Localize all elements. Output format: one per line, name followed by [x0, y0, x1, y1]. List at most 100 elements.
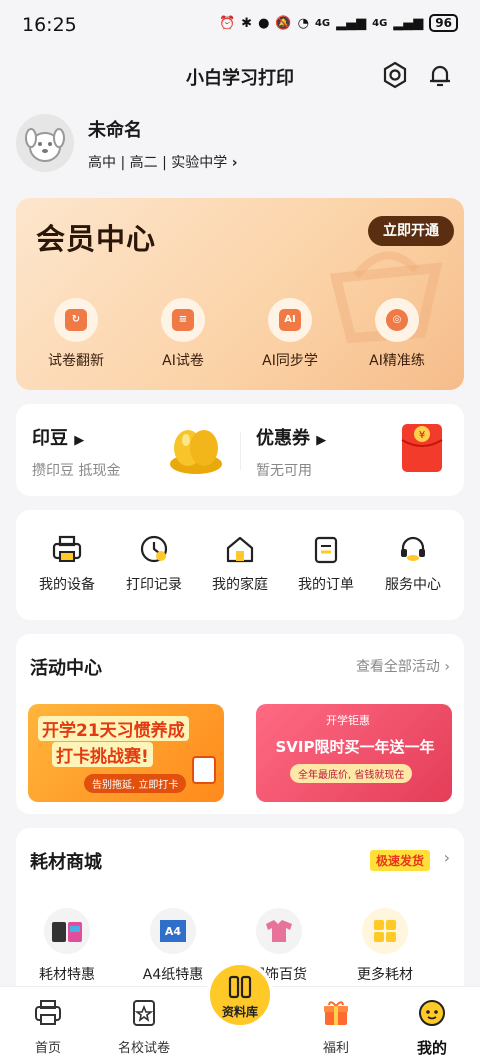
document-refresh-icon: ↻: [65, 309, 87, 331]
tab-label: 名校试卷: [117, 1041, 170, 1056]
vip-item-label: AI同步学: [262, 353, 318, 369]
tab-mine[interactable]: 我的: [392, 999, 472, 1058]
signal-icon: ▂▄▆: [336, 15, 367, 31]
caret-right-icon: ▶: [74, 433, 85, 448]
shop-item-label: 更多耗材: [357, 967, 413, 983]
view-all-activities-link[interactable]: 查看全部活动 ›: [356, 656, 450, 676]
banner-headline-2: 打卡挑战赛!: [52, 742, 153, 767]
tab-school-papers[interactable]: 名校试卷: [104, 999, 184, 1056]
activity-title: 活动中心: [30, 658, 102, 679]
profile-header[interactable]: 未命名 高中 | 高二 | 实验中学 ›: [16, 112, 464, 176]
shop-item-label: 耗材特惠: [39, 967, 95, 983]
chevron-right-icon[interactable]: ›: [444, 848, 450, 867]
tab-library[interactable]: 资料库: [206, 961, 274, 1029]
chevron-right-icon: ›: [444, 659, 450, 675]
points-title: 印豆 ▶: [32, 428, 85, 449]
quick-my-devices[interactable]: 我的设备: [17, 534, 117, 594]
target-icon: ◎: [386, 309, 408, 331]
quick-service-center[interactable]: 服务中心: [363, 534, 463, 594]
quick-my-orders[interactable]: 我的订单: [276, 534, 376, 594]
svg-text:¥: ¥: [419, 430, 425, 441]
vip-open-button[interactable]: 立即开通: [368, 216, 454, 246]
title-bar: 小白学习打印: [0, 48, 480, 102]
vip-item-ai-sync[interactable]: AI AI同步学: [250, 298, 330, 370]
vip-title: 会员中心: [36, 222, 157, 256]
banner-tag: 开学钜惠: [326, 714, 370, 727]
vip-item-ai-paper[interactable]: ≡ AI试卷: [143, 298, 223, 370]
tab-label: 资料库: [221, 1005, 258, 1019]
profile-school-text: 高中 | 高二 | 实验中学: [88, 155, 228, 171]
coupons-title: 优惠券 ▶: [256, 428, 327, 449]
points-coupons-card: 印豆 ▶ 攒印豆 抵现金 优惠券 ▶ 暂无可用 ¥: [16, 404, 464, 496]
quick-label: 我的设备: [39, 577, 95, 593]
chevron-right-icon: ›: [231, 155, 238, 171]
vip-item-label: 试卷翻新: [48, 353, 104, 369]
svg-text:A4: A4: [165, 925, 182, 938]
banner-button: 告别拖延, 立即打卡: [84, 774, 187, 793]
document-icon: ≡: [172, 309, 194, 331]
location-icon: ●: [258, 15, 270, 31]
shop-item-label: A4纸特惠: [142, 967, 204, 983]
habit-challenge-banner[interactable]: 开学21天习惯养成 打卡挑战赛! 告别拖延, 立即打卡: [28, 704, 224, 802]
vip-item-label: AI试卷: [162, 353, 204, 369]
gold-bean-icon: [170, 430, 222, 474]
clothing-icon: [266, 920, 292, 942]
shop-item-more[interactable]: 更多耗材: [340, 908, 430, 984]
quick-label: 服务中心: [385, 577, 441, 593]
red-envelope-icon: ¥: [401, 424, 443, 472]
signal-icon-2: ▂▄▆: [393, 15, 424, 31]
coupons-subtitle: 暂无可用: [256, 463, 312, 479]
signal-label-2: 4G: [372, 17, 388, 29]
settings-icon[interactable]: [380, 60, 410, 90]
clock-icon: [140, 535, 168, 563]
face-icon: [419, 1000, 445, 1026]
grid-icon: [374, 920, 396, 942]
banner-headline-1: 开学21天习惯养成: [38, 716, 189, 741]
banner-headline: SVIP限时买一年送一年: [275, 738, 435, 756]
svip-promo-banner[interactable]: 开学钜惠 SVIP限时买一年送一年 全年最底价, 省钱就现在: [256, 704, 452, 802]
shop-item-ink[interactable]: 耗材特惠: [22, 908, 112, 984]
vip-center-card[interactable]: 会员中心 立即开通 ↻ 试卷翻新 ≡ AI试卷 AI AI同步学 ◎ AI精准练: [16, 198, 464, 390]
bell-icon[interactable]: [425, 60, 455, 90]
shop-title: 耗材商城: [30, 852, 102, 873]
tab-home[interactable]: 首页: [8, 999, 88, 1056]
tab-label: 首页: [34, 1041, 61, 1056]
book-icon: [228, 975, 252, 999]
star-document-icon: [133, 1000, 155, 1026]
vip-item-label: AI精准练: [369, 353, 425, 369]
bluetooth-icon: ✱: [241, 15, 253, 31]
quick-print-history[interactable]: 打印记录: [104, 534, 204, 594]
profile-name: 未命名: [88, 120, 142, 141]
printer-icon: [35, 1000, 61, 1025]
quick-label: 我的家庭: [212, 577, 268, 593]
activity-center-card: 活动中心 查看全部活动 › 开学21天习惯养成 打卡挑战赛! 告别拖延, 立即打…: [16, 634, 464, 814]
quick-label: 我的订单: [298, 577, 354, 593]
calendar-icon: [192, 756, 216, 784]
tab-label: 我的: [416, 1039, 447, 1057]
printer-icon: [52, 535, 82, 562]
wifi-icon: ◔: [297, 15, 309, 31]
fast-shipping-badge: 极速发货: [369, 850, 430, 871]
banner-subtitle: 全年最底价, 省钱就现在: [290, 764, 413, 783]
vip-item-ai-practice[interactable]: ◎ AI精准练: [357, 298, 437, 370]
quick-my-family[interactable]: 我的家庭: [190, 534, 290, 594]
battery-indicator: 96: [429, 14, 458, 32]
tab-label: 福利: [322, 1041, 349, 1056]
status-bar: 16:25 ⏰ ✱ ● 🔕 ◔ 4G ▂▄▆ 4G ▂▄▆ 96: [0, 0, 480, 48]
avatar[interactable]: [16, 114, 74, 172]
signal-label-1: 4G: [314, 17, 331, 29]
quick-label: 打印记录: [126, 577, 182, 593]
vip-item-renew-paper[interactable]: ↻ 试卷翻新: [36, 298, 116, 370]
ai-icon: AI: [279, 309, 301, 331]
status-icons: ⏰ ✱ ● 🔕 ◔ 4G ▂▄▆ 4G ▂▄▆ 96: [219, 14, 458, 32]
shop-item-a4[interactable]: A4 A4纸特惠: [128, 908, 218, 984]
profile-school[interactable]: 高中 | 高二 | 实验中学 ›: [88, 152, 237, 172]
divider: [240, 432, 241, 470]
bottom-tab-bar: 首页 名校试卷 资料库 福利 我的: [0, 961, 480, 1058]
caret-right-icon: ▶: [316, 433, 327, 448]
order-list-icon: [314, 536, 338, 564]
headset-icon: [401, 536, 425, 561]
paper-pack-icon: A4: [160, 920, 186, 942]
tab-benefits[interactable]: 福利: [296, 999, 376, 1056]
alarm-icon: ⏰: [218, 15, 236, 31]
